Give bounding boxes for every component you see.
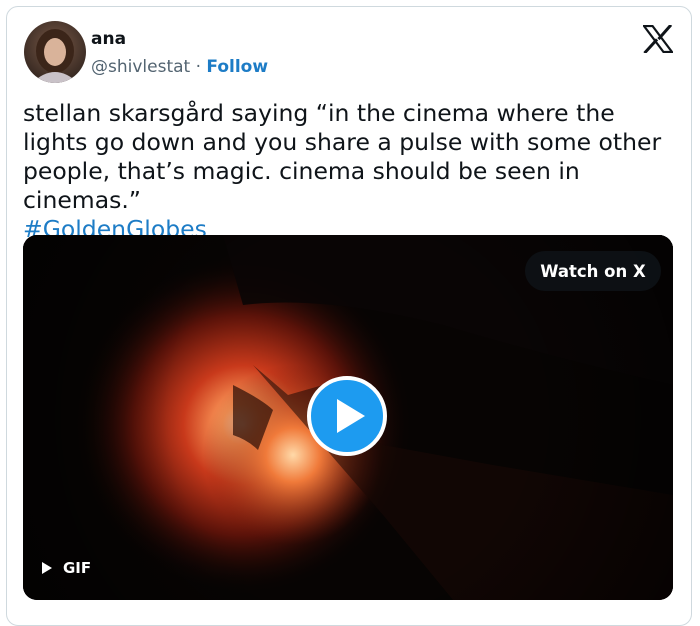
tweet-card: ana @shivlestat · Follow stellan skarsgå… (6, 6, 692, 626)
media-type-label: GIF (63, 559, 92, 577)
play-small-icon[interactable] (41, 561, 53, 575)
gif-badge: GIF (41, 559, 91, 577)
tweet-body: stellan skarsgård saying “in the cinema … (23, 99, 662, 214)
follow-button[interactable]: Follow (206, 57, 268, 77)
x-logo-icon[interactable] (641, 23, 675, 55)
play-button[interactable] (307, 376, 387, 456)
tweet-text: stellan skarsgård saying “in the cinema … (23, 99, 683, 244)
play-icon (337, 399, 365, 433)
video-media[interactable]: Watch on X GIF (23, 235, 673, 600)
watch-on-x-button[interactable]: Watch on X (525, 251, 661, 291)
avatar[interactable] (24, 21, 86, 83)
separator: · (195, 57, 202, 77)
author-meta: @shivlestat · Follow (91, 57, 268, 77)
author-handle[interactable]: @shivlestat (91, 57, 190, 77)
author-name[interactable]: ana (91, 29, 126, 49)
